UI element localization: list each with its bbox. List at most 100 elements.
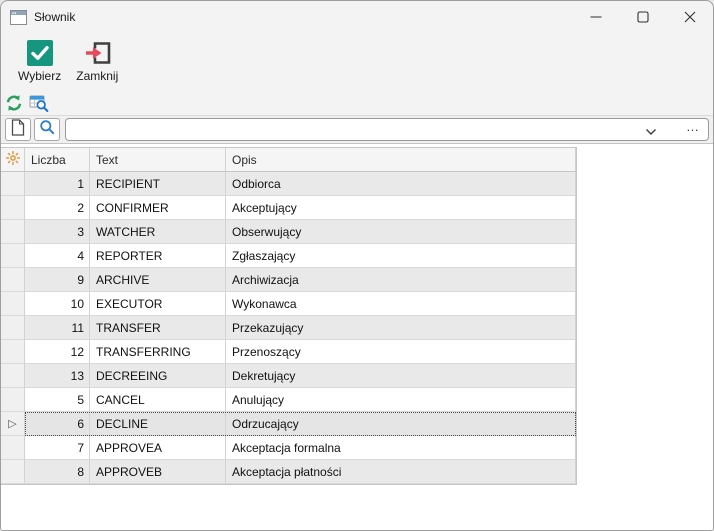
cell-opis[interactable]: Dekretujący <box>226 364 576 388</box>
cell-text[interactable]: REPORTER <box>90 244 226 268</box>
cell-opis[interactable]: Przekazujący <box>226 316 576 340</box>
row-indicator <box>1 340 25 364</box>
cell-text[interactable]: TRANSFER <box>90 316 226 340</box>
cell-text[interactable]: APPROVEB <box>90 460 226 484</box>
row-indicator <box>1 364 25 388</box>
table-row[interactable]: ▷6DECLINEOdrzucający <box>1 412 576 436</box>
row-data: 7APPROVEAAkceptacja formalna <box>25 436 576 460</box>
ellipsis-button[interactable]: … <box>686 119 700 134</box>
close-dialog-button[interactable]: Zamknij <box>71 38 123 85</box>
cell-liczba[interactable]: 11 <box>25 316 90 340</box>
cell-liczba[interactable]: 5 <box>25 388 90 412</box>
column-header-liczba[interactable]: Liczba <box>25 148 90 172</box>
search-input-wrap: … <box>65 118 709 141</box>
search-input[interactable] <box>65 118 709 141</box>
cell-text[interactable]: CONFIRMER <box>90 196 226 220</box>
cell-liczba[interactable]: 1 <box>25 172 90 196</box>
row-indicator <box>1 196 25 220</box>
chevron-down-icon[interactable] <box>645 123 657 141</box>
table-row[interactable]: 12TRANSFERRINGPrzenoszący <box>1 340 576 364</box>
table-row[interactable]: 11TRANSFERPrzekazujący <box>1 316 576 340</box>
cell-opis[interactable]: Anulujący <box>226 388 576 412</box>
table-search-icon[interactable] <box>29 94 50 112</box>
cell-opis[interactable]: Akceptujący <box>226 196 576 220</box>
new-document-button[interactable] <box>5 118 31 141</box>
cell-text[interactable]: APPROVEA <box>90 436 226 460</box>
refresh-icon[interactable] <box>5 94 23 112</box>
cell-text[interactable]: DECREEING <box>90 364 226 388</box>
cell-liczba[interactable]: 4 <box>25 244 90 268</box>
row-indicator <box>1 316 25 340</box>
cell-text[interactable]: EXECUTOR <box>90 292 226 316</box>
search-button[interactable] <box>34 118 60 141</box>
title-bar: Słownik <box>1 1 713 33</box>
cell-opis[interactable]: Akceptacja formalna <box>226 436 576 460</box>
cell-text[interactable]: ARCHIVE <box>90 268 226 292</box>
cell-liczba[interactable]: 12 <box>25 340 90 364</box>
customize-columns-button[interactable] <box>1 148 25 172</box>
table-row[interactable]: 3WATCHERObserwujący <box>1 220 576 244</box>
table-row[interactable]: 7APPROVEAAkceptacja formalna <box>1 436 576 460</box>
table-body: 1RECIPIENTOdbiorca2CONFIRMERAkceptujący3… <box>1 172 576 484</box>
cell-text[interactable]: WATCHER <box>90 220 226 244</box>
row-data: 9ARCHIVEArchiwizacja <box>25 268 576 292</box>
select-button[interactable]: Wybierz <box>13 38 66 85</box>
column-header-text[interactable]: Text <box>90 148 226 172</box>
table-row[interactable]: 13DECREEINGDekretujący <box>1 364 576 388</box>
minimize-button[interactable] <box>572 1 619 33</box>
cell-opis[interactable]: Wykonawca <box>226 292 576 316</box>
cell-text[interactable]: TRANSFERRING <box>90 340 226 364</box>
row-indicator <box>1 460 25 484</box>
table-row[interactable]: 9ARCHIVEArchiwizacja <box>1 268 576 292</box>
cell-opis[interactable]: Obserwujący <box>226 220 576 244</box>
check-icon <box>27 40 53 66</box>
window-icon <box>10 10 27 25</box>
cell-liczba[interactable]: 7 <box>25 436 90 460</box>
table-row[interactable]: 10EXECUTORWykonawca <box>1 292 576 316</box>
cell-liczba[interactable]: 3 <box>25 220 90 244</box>
dialog-window: Słownik Wybierz <box>0 0 714 531</box>
window-controls <box>572 1 713 33</box>
dictionary-table: Liczba Text Opis 1RECIPIENTOdbiorca2CONF… <box>1 147 577 485</box>
row-indicator <box>1 388 25 412</box>
close-button-label: Zamknij <box>76 69 118 83</box>
cell-opis[interactable]: Odbiorca <box>226 172 576 196</box>
maximize-button[interactable] <box>619 1 666 33</box>
secondary-toolbar <box>1 91 713 116</box>
row-data: 12TRANSFERRINGPrzenoszący <box>25 340 576 364</box>
row-data: 2CONFIRMERAkceptujący <box>25 196 576 220</box>
document-icon <box>11 119 25 141</box>
row-data: 11TRANSFERPrzekazujący <box>25 316 576 340</box>
table-header: Liczba Text Opis <box>1 148 576 172</box>
cell-text[interactable]: CANCEL <box>90 388 226 412</box>
column-header-opis[interactable]: Opis <box>226 148 576 172</box>
cell-liczba[interactable]: 10 <box>25 292 90 316</box>
sun-icon <box>6 151 20 168</box>
cell-text[interactable]: DECLINE <box>90 412 226 436</box>
cell-opis[interactable]: Akceptacja płatności <box>226 460 576 484</box>
cell-text[interactable]: RECIPIENT <box>90 172 226 196</box>
cell-opis[interactable]: Przenoszący <box>226 340 576 364</box>
cell-liczba[interactable]: 2 <box>25 196 90 220</box>
table-row[interactable]: 4REPORTERZgłaszający <box>1 244 576 268</box>
cell-liczba[interactable]: 9 <box>25 268 90 292</box>
table-row[interactable]: 1RECIPIENTOdbiorca <box>1 172 576 196</box>
row-data: 4REPORTERZgłaszający <box>25 244 576 268</box>
row-indicator <box>1 244 25 268</box>
cell-liczba[interactable]: 13 <box>25 364 90 388</box>
row-indicator: ▷ <box>1 412 25 436</box>
table-row[interactable]: 2CONFIRMERAkceptujący <box>1 196 576 220</box>
row-indicator <box>1 268 25 292</box>
cell-opis[interactable]: Archiwizacja <box>226 268 576 292</box>
table-row[interactable]: 5CANCELAnulujący <box>1 388 576 412</box>
table-row[interactable]: 8APPROVEBAkceptacja płatności <box>1 460 576 484</box>
row-data: 13DECREEINGDekretujący <box>25 364 576 388</box>
cell-liczba[interactable]: 6 <box>25 412 90 436</box>
cell-liczba[interactable]: 8 <box>25 460 90 484</box>
cell-opis[interactable]: Odrzucający <box>226 412 576 436</box>
close-button[interactable] <box>666 1 713 33</box>
row-indicator <box>1 292 25 316</box>
exit-icon <box>84 40 110 66</box>
row-indicator <box>1 436 25 460</box>
cell-opis[interactable]: Zgłaszający <box>226 244 576 268</box>
